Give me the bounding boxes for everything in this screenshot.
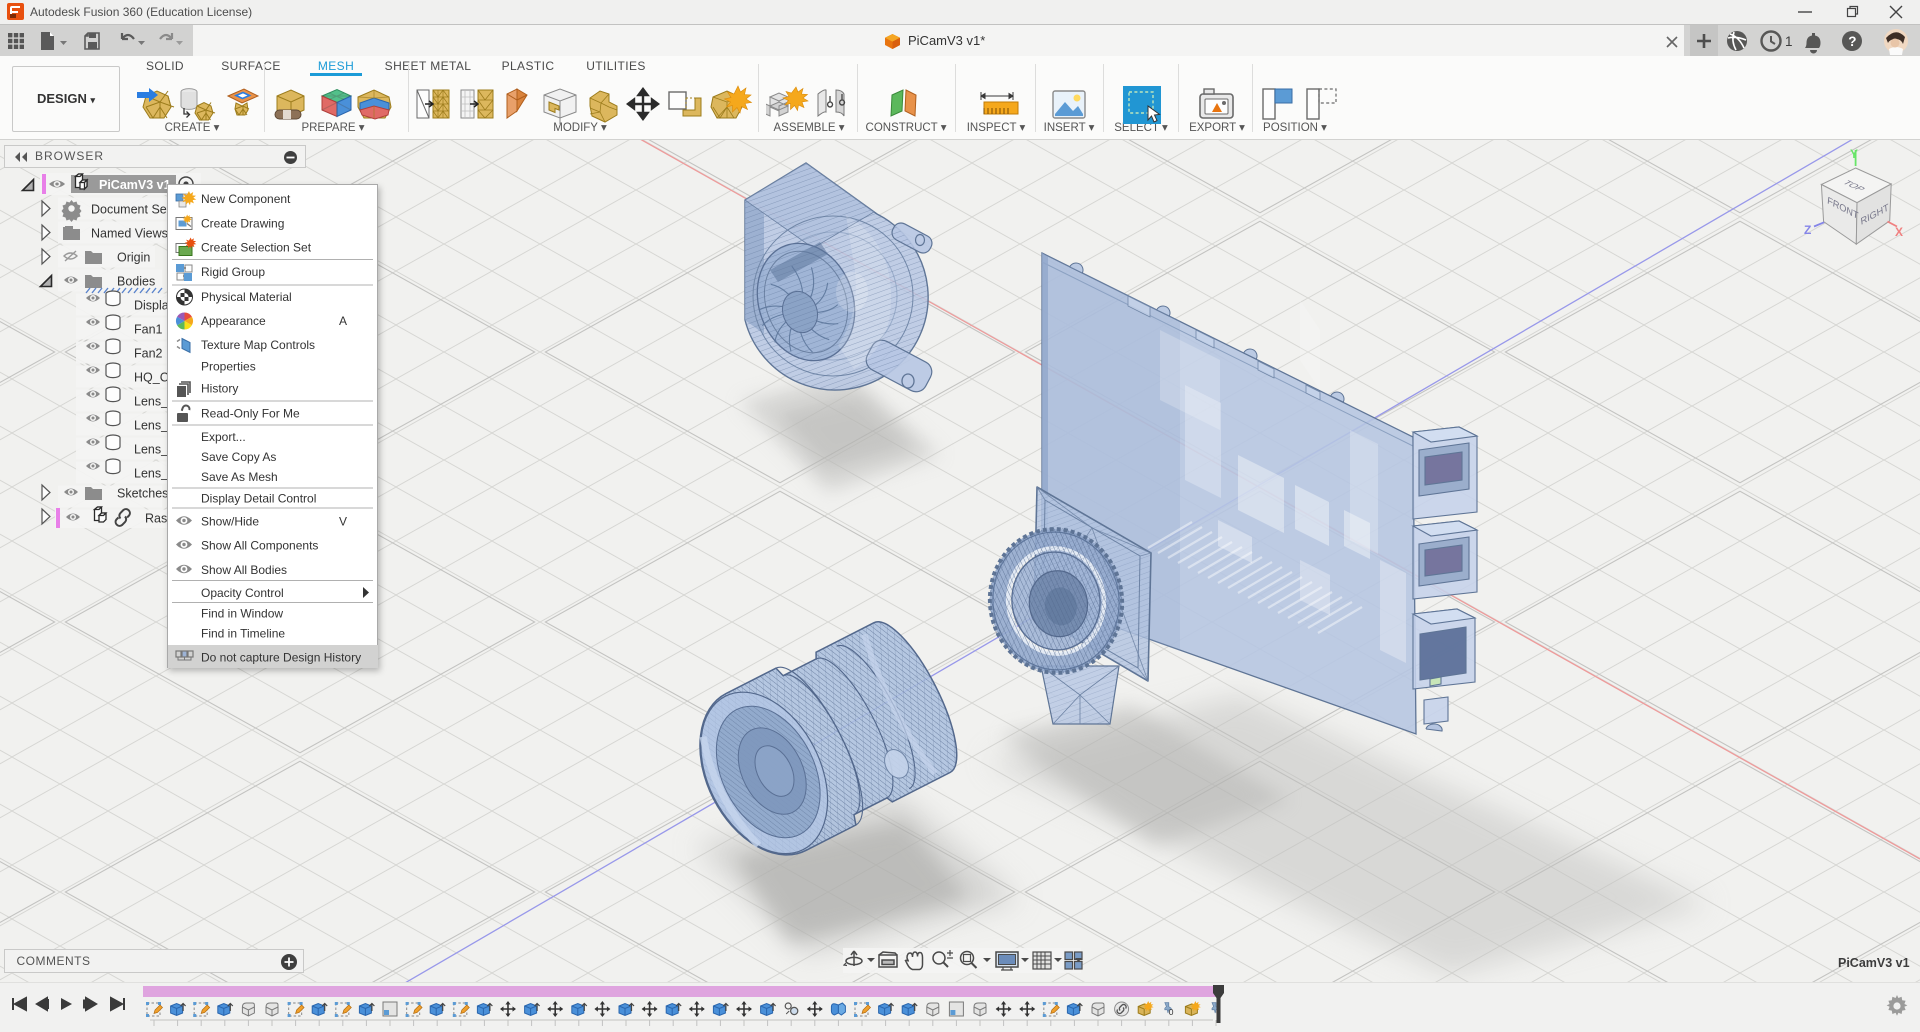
svg-text:?: ? <box>1848 34 1856 49</box>
svg-text:Opacity Control: Opacity Control <box>201 586 284 600</box>
svg-text:Y: Y <box>1850 147 1858 161</box>
svg-text:Fan2: Fan2 <box>134 347 163 361</box>
svg-text:Appearance: Appearance <box>201 314 266 328</box>
svg-text:Z: Z <box>1804 223 1811 237</box>
svg-text:Ras: Ras <box>145 512 167 526</box>
svg-text:Rigid Group: Rigid Group <box>201 265 265 279</box>
svg-text:Show/Hide: Show/Hide <box>201 515 259 529</box>
svg-text:Show All Components: Show All Components <box>201 539 318 553</box>
svg-text:Display Detail Control: Display Detail Control <box>201 492 316 506</box>
svg-text:Save Copy As: Save Copy As <box>201 450 276 464</box>
svg-text:New Component: New Component <box>201 192 291 206</box>
svg-text:Create Drawing: Create Drawing <box>201 217 284 231</box>
svg-text:V: V <box>339 515 347 529</box>
svg-text:X: X <box>1895 225 1903 239</box>
svg-text:Sketches: Sketches <box>117 487 168 501</box>
svg-text:Show All Bodies: Show All Bodies <box>201 563 287 577</box>
svg-text:PiCamV3 v1: PiCamV3 v1 <box>99 178 171 192</box>
svg-text:Find in Timeline: Find in Timeline <box>201 627 285 641</box>
svg-text:1: 1 <box>1785 34 1793 49</box>
svg-text:Do not capture Design History: Do not capture Design History <box>201 651 361 665</box>
svg-text:Create Selection Set: Create Selection Set <box>201 241 312 255</box>
svg-text:Read-Only For Me: Read-Only For Me <box>201 407 300 421</box>
svg-text:Fan1: Fan1 <box>134 323 163 337</box>
svg-text:Properties: Properties <box>201 360 256 374</box>
svg-text:Bodies: Bodies <box>117 275 155 289</box>
svg-text:Save As Mesh: Save As Mesh <box>201 470 278 484</box>
svg-text:A: A <box>339 314 347 328</box>
svg-text:History: History <box>201 382 238 396</box>
svg-text:Origin: Origin <box>117 251 150 265</box>
svg-text:Find in Window: Find in Window <box>201 607 283 621</box>
svg-text:Texture Map Controls: Texture Map Controls <box>201 338 315 352</box>
svg-text:Named Views: Named Views <box>91 227 168 241</box>
svg-text:Physical Material: Physical Material <box>201 290 292 304</box>
svg-text:Export...: Export... <box>201 430 246 444</box>
svg-text:PiCamV3 v1: PiCamV3 v1 <box>1838 956 1910 970</box>
